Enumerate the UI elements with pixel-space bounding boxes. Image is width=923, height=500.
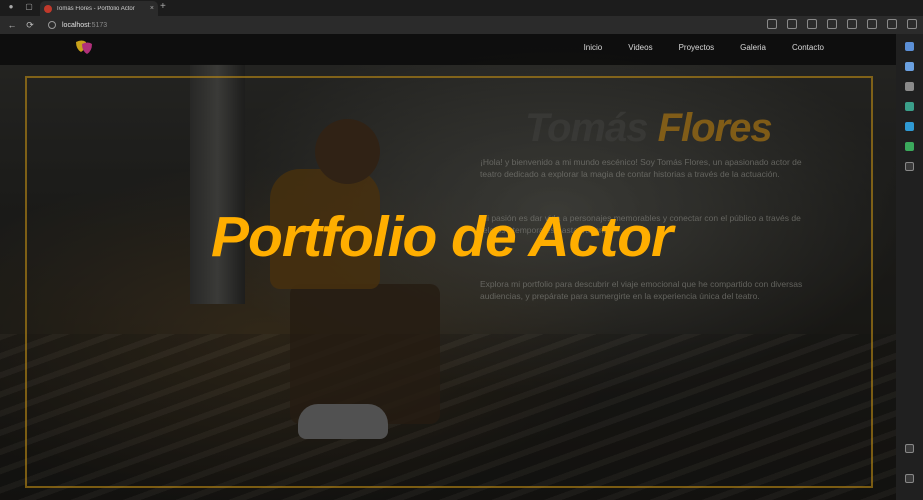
drop-icon[interactable] [905, 142, 914, 151]
address-bar[interactable]: localhost:5173 [48, 18, 107, 32]
search-icon[interactable] [905, 42, 914, 51]
shopping-icon[interactable] [905, 62, 914, 71]
nav-link-galeria[interactable]: Galeria [740, 43, 766, 52]
site-info-icon[interactable] [48, 21, 56, 29]
theater-masks-logo-icon[interactable] [74, 39, 94, 57]
toolbar-actions [767, 19, 917, 29]
outlook-icon[interactable] [905, 122, 914, 131]
tab-title: Tomás Flores - Portfolio Actor [56, 5, 135, 12]
favicon-icon [44, 4, 52, 13]
nav-link-videos[interactable]: Videos [628, 43, 652, 52]
nav-link-inicio[interactable]: Inicio [584, 43, 603, 52]
favorites-icon[interactable] [827, 19, 837, 29]
hero-name: Tomás Flores [525, 106, 773, 151]
nav-link-contacto[interactable]: Contacto [792, 43, 824, 52]
tab-actions-icon[interactable]: ▢ [24, 2, 34, 12]
tools-icon[interactable] [905, 82, 914, 91]
copilot-icon[interactable] [887, 19, 897, 29]
back-icon[interactable]: ← [6, 19, 18, 31]
split-screen-icon[interactable] [807, 19, 817, 29]
browser-tabstrip: ● ▢ Tomás Flores - Portfolio Actor × + [0, 0, 923, 16]
hero-first-name: Tomás [525, 106, 648, 150]
web-page: Inicio Videos Proyectos Galeria Contacto… [0, 34, 896, 500]
url-port: :5173 [89, 21, 108, 29]
hide-sidebar-icon[interactable] [905, 474, 914, 483]
extensions-icon[interactable] [867, 19, 877, 29]
games-icon[interactable] [905, 102, 914, 111]
sidebar-settings-icon[interactable] [905, 444, 914, 453]
browser-tab[interactable]: Tomás Flores - Portfolio Actor × [40, 1, 158, 16]
profile-icon[interactable]: ● [6, 2, 16, 12]
address-url[interactable]: localhost:5173 [62, 22, 107, 29]
browser-sidebar [896, 34, 923, 500]
hero-paragraph: Explora mi portfolio para descubrir el v… [480, 279, 803, 301]
collections-icon[interactable] [847, 19, 857, 29]
site-navbar: Inicio Videos Proyectos Galeria Contacto [0, 34, 896, 65]
reload-icon[interactable]: ⟳ [24, 19, 36, 31]
read-aloud-icon[interactable] [767, 19, 777, 29]
hero-last-name: Flores [657, 106, 773, 150]
more-menu-icon[interactable] [907, 19, 917, 29]
portfolio-headline: Portfolio de Actor [211, 205, 673, 269]
add-sidebar-icon[interactable] [905, 162, 914, 171]
browser-toolbar: ← ⟳ localhost:5173 [0, 16, 923, 34]
site-menu: Inicio Videos Proyectos Galeria Contacto [584, 43, 824, 52]
url-host: localhost [62, 21, 90, 29]
hero-paragraph: ¡Hola! y bienvenido a mi mundo escénico!… [480, 157, 802, 179]
tab-close-icon[interactable]: × [150, 5, 154, 12]
new-tab-button[interactable]: + [160, 1, 166, 12]
nav-link-proyectos[interactable]: Proyectos [679, 43, 715, 52]
favorite-star-icon[interactable] [787, 19, 797, 29]
